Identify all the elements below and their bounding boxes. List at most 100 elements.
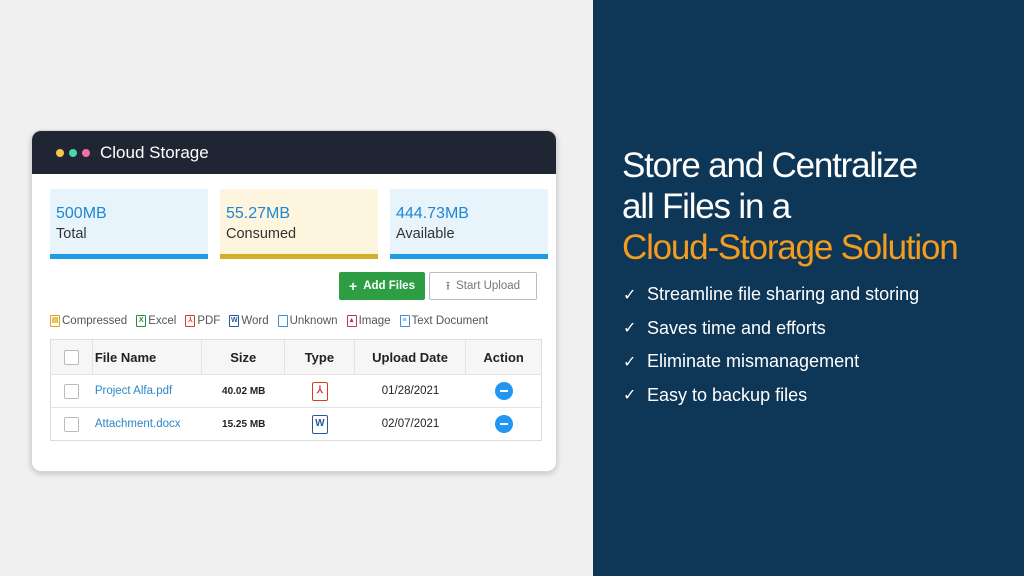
legend-compressed: ▤ Compressed [50, 315, 127, 327]
stat-total-bar [50, 254, 208, 259]
col-action: Action [483, 349, 524, 365]
col-size[interactable]: Size [202, 340, 286, 374]
table-row: Attachment.docx 15.25 MB W 02/07/2021 [51, 407, 541, 440]
file-type-cell: W [285, 408, 355, 440]
legend-label: Unknown [289, 315, 338, 327]
table-row: Project Alfa.pdf 40.02 MB ⅄ 01/28/2021 [51, 374, 541, 407]
checkmark-icon: ✓ [623, 286, 637, 304]
legend-excel: X Excel [136, 315, 176, 327]
promo-headline: Store and Centralize all Files in a Clou… [622, 145, 959, 268]
add-files-label: Add Files [363, 280, 415, 292]
feature-item: ✓ Streamline file sharing and storing [623, 278, 919, 312]
window-dot-green[interactable] [69, 148, 77, 157]
file-size: 15.25 MB [222, 418, 266, 430]
feature-text: Saves time and efforts [647, 317, 826, 338]
row-checkbox[interactable] [64, 416, 80, 432]
file-name-link[interactable]: Attachment.docx [95, 418, 181, 430]
legend-label: Compressed [62, 315, 128, 327]
stat-consumed-bar [220, 254, 378, 259]
headline-line-2: all Files in a [622, 187, 791, 226]
file-size: 40.02 MB [222, 385, 266, 397]
storage-stats: 500MB Total 55.27MB Consumed 444.73MB Av… [50, 189, 548, 259]
legend-label: Image [358, 315, 391, 327]
file-size-cell: 40.02 MB [202, 375, 285, 407]
pdf-icon: ⅄ [185, 315, 196, 327]
text-document-icon: ≡ [399, 315, 410, 327]
files-table: File Name Size Type Upload Date Action P… [50, 339, 542, 441]
stat-total-value: 500MB [56, 205, 107, 222]
stat-available-value: 444.73MB [396, 205, 469, 222]
legend-word: W Word [229, 315, 269, 327]
stat-total: 500MB Total [50, 189, 208, 259]
upload-date-cell: 02/07/2021 [355, 408, 467, 440]
stat-consumed-value: 55.27MB [226, 205, 291, 222]
window-controls [56, 148, 90, 157]
image-icon: ▲ [346, 315, 357, 327]
upload-icon: ⭱ [445, 279, 451, 293]
file-type-legend: ▤ Compressed X Excel ⅄ PDF W Word Unknow… [50, 315, 488, 327]
cloud-storage-window: Cloud Storage 500MB Total 55.27MB Consum… [31, 130, 557, 472]
stat-total-label: Total [56, 226, 87, 242]
window-dot-pink[interactable] [82, 148, 90, 157]
plus-icon: + [349, 278, 358, 294]
stat-consumed: 55.27MB Consumed [220, 189, 378, 259]
word-icon: W [229, 315, 240, 327]
row-checkbox[interactable] [64, 383, 80, 399]
headline-line-3: Cloud-Storage Solution [622, 228, 959, 267]
minus-icon [499, 390, 508, 392]
row-checkbox-cell [51, 375, 93, 407]
upload-date: 02/07/2021 [381, 418, 440, 430]
file-name-link[interactable]: Project Alfa.pdf [95, 385, 172, 397]
window-title: Cloud Storage [100, 142, 209, 162]
legend-unknown: Unknown [277, 315, 338, 327]
feature-text: Streamline file sharing and storing [647, 284, 920, 305]
feature-list: ✓ Streamline file sharing and storing ✓ Sa… [623, 278, 919, 412]
legend-label: Word [241, 315, 269, 327]
header-checkbox-cell [51, 340, 93, 374]
legend-pdf: ⅄ PDF [185, 315, 220, 327]
checkmark-icon: ✓ [623, 353, 637, 371]
upload-date-cell: 01/28/2021 [355, 375, 467, 407]
stat-consumed-label: Consumed [226, 226, 297, 242]
word-icon: W [311, 414, 328, 434]
window-dot-yellow[interactable] [56, 148, 64, 157]
feature-item: ✓ Easy to backup files [623, 379, 919, 413]
checkmark-icon: ✓ [623, 320, 637, 338]
remove-file-button[interactable] [494, 382, 513, 400]
legend-image: ▲ Image [346, 315, 391, 327]
headline-line-1: Store and Centralize [622, 146, 918, 185]
upload-date: 01/28/2021 [381, 385, 440, 397]
feature-text: Easy to backup files [647, 384, 808, 405]
select-all-checkbox[interactable] [63, 349, 79, 365]
col-type[interactable]: Type [285, 340, 355, 374]
add-files-button[interactable]: + Add Files [339, 272, 425, 300]
stat-available-label: Available [396, 226, 455, 242]
start-upload-button[interactable]: ⭱ Start Upload [429, 272, 537, 300]
file-name-cell: Attachment.docx [93, 408, 203, 440]
legend-label: Excel [148, 315, 177, 327]
pdf-icon: ⅄ [311, 381, 328, 401]
col-upload-date[interactable]: Upload Date [355, 340, 467, 374]
feature-item: ✓ Eliminate mismanagement [623, 345, 919, 379]
legend-label: PDF [197, 315, 221, 327]
stat-available: 444.73MB Available [390, 189, 548, 259]
window-titlebar: Cloud Storage [32, 131, 556, 174]
col-file-name[interactable]: File Name [93, 340, 203, 374]
legend-label: Text Document [411, 315, 489, 327]
row-checkbox-cell [51, 408, 93, 440]
stat-available-bar [390, 254, 548, 259]
excel-icon: X [136, 315, 147, 327]
table-header: File Name Size Type Upload Date Action [51, 340, 541, 374]
action-cell [466, 375, 541, 407]
action-cell [466, 408, 541, 440]
file-name-cell: Project Alfa.pdf [93, 375, 203, 407]
file-type-cell: ⅄ [285, 375, 355, 407]
feature-text: Eliminate mismanagement [647, 351, 860, 372]
start-upload-label: Start Upload [456, 280, 521, 292]
file-size-cell: 15.25 MB [202, 408, 285, 440]
minus-icon [499, 423, 508, 425]
feature-item: ✓ Saves time and efforts [623, 312, 919, 346]
remove-file-button[interactable] [494, 415, 513, 433]
compressed-icon: ▤ [50, 315, 60, 327]
promo-panel: Store and Centralize all Files in a Clou… [593, 0, 1024, 576]
